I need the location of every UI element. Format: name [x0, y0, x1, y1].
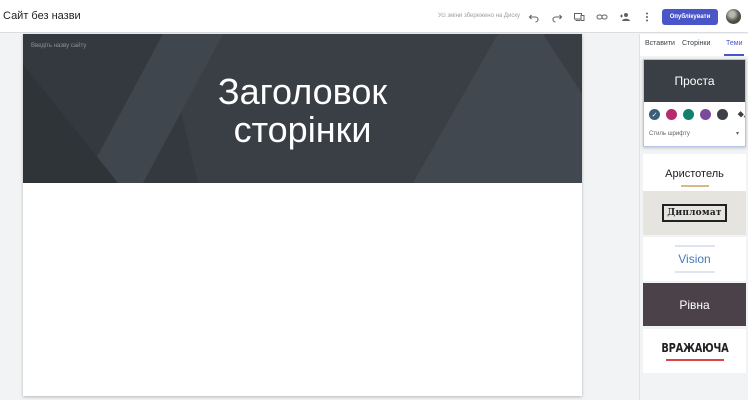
site-page: Введіть назву сайту Заголовок сторінки [23, 34, 582, 396]
chevron-down-icon[interactable]: ▾ [736, 130, 739, 137]
saved-status: Усі зміни збережено на Диску [438, 13, 521, 19]
page-title[interactable]: Заголовок сторінки [23, 73, 582, 149]
site-title[interactable]: Сайт без назви [3, 10, 81, 22]
device-preview-icon[interactable] [572, 10, 586, 24]
site-name-placeholder[interactable]: Введіть назву сайту [31, 43, 86, 49]
tab-insert[interactable]: Вставити [645, 40, 675, 47]
tab-themes[interactable]: Теми [726, 40, 743, 47]
theme-vrazhayucha[interactable]: ВРАЖАЮЧА [643, 329, 746, 373]
custom-color-fill-icon[interactable] [736, 109, 746, 120]
font-style-dropdown[interactable]: Стиль шрифту [649, 131, 690, 137]
sidebar-tabs: Вставити Сторінки Теми [640, 34, 748, 56]
more-vert-icon[interactable] [640, 10, 654, 24]
theme-vision-top-line [674, 245, 715, 247]
color-swatch-selected[interactable]: ✓ [649, 109, 660, 120]
theme-diplomat-label: Дипломат [662, 204, 727, 222]
color-swatches: ✓ [649, 109, 745, 121]
page-title-line-1: Заголовок [217, 71, 388, 112]
theme-rivna[interactable]: Рівна [643, 283, 746, 326]
theme-vision[interactable]: Vision [643, 237, 746, 281]
theme-vrazhayucha-accent [665, 359, 724, 361]
color-swatch[interactable] [700, 109, 711, 120]
undo-icon[interactable] [527, 10, 541, 24]
redo-icon[interactable] [550, 10, 564, 24]
theme-vrazhayucha-label: ВРАЖАЮЧА [660, 341, 729, 355]
link-icon[interactable] [595, 10, 609, 24]
theme-simple[interactable]: Проста ✓ Стиль шрифту ▾ [643, 59, 746, 147]
top-bar: Сайт без назви Усі зміни збережено на Ди… [0, 0, 748, 33]
theme-simple-preview[interactable]: Проста [644, 60, 745, 102]
tab-pages[interactable]: Сторінки [682, 40, 710, 47]
publish-button[interactable]: Опублікувати [662, 9, 718, 25]
right-sidebar: Вставити Сторінки Теми Проста ✓ Стиль шр… [639, 34, 748, 400]
theme-vision-label: Vision [678, 252, 711, 266]
active-tab-indicator [724, 54, 744, 56]
theme-aristotel-label: Аристотель [665, 167, 724, 180]
page-title-line-2: сторінки [233, 109, 372, 150]
color-swatch[interactable] [666, 109, 677, 120]
page-header-banner[interactable]: Введіть назву сайту Заголовок сторінки [23, 34, 582, 183]
share-person-icon[interactable] [618, 10, 632, 24]
theme-rivna-label: Рівна [679, 297, 710, 312]
avatar[interactable] [726, 9, 741, 24]
color-swatch[interactable] [717, 109, 728, 120]
theme-diplomat[interactable]: Дипломат [643, 191, 746, 235]
color-swatch[interactable] [683, 109, 694, 120]
theme-vision-bottom-line [674, 271, 715, 273]
editor-canvas: Введіть назву сайту Заголовок сторінки [0, 34, 638, 400]
theme-aristotel-accent [680, 184, 709, 187]
